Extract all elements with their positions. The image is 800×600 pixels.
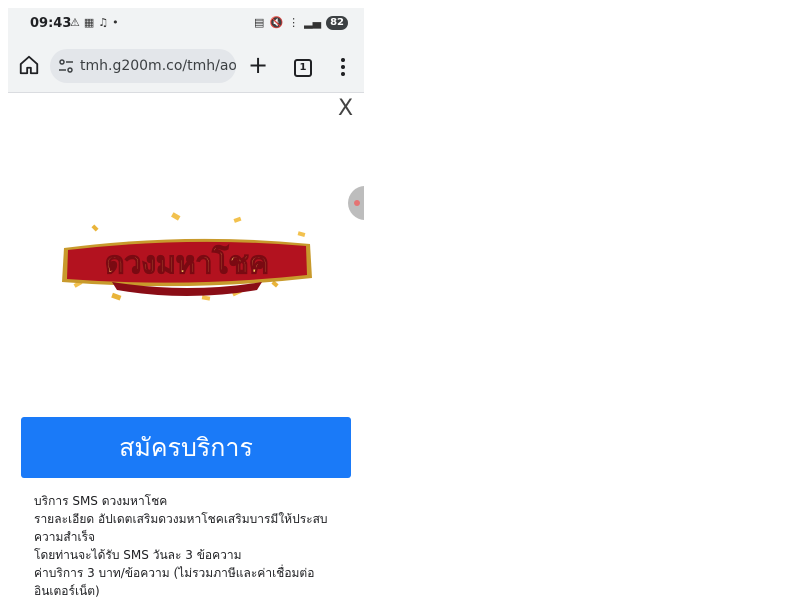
cast-icon: ▤ (254, 16, 265, 29)
battery-indicator: 82 (326, 16, 348, 30)
browser-toolbar: tmh.g200m.co/tmh/aoc/ + 1 (8, 40, 364, 93)
description-line: โดยท่านจะได้รับ SMS วันละ 3 ข้อความ (34, 548, 242, 562)
address-bar[interactable]: tmh.g200m.co/tmh/aoc/ (50, 49, 236, 83)
duang-maha-chok-logo: ดวงมหาโชค (62, 212, 312, 301)
system-icons: ▤ 🔇 ⋮ ▂▄ 82 (254, 16, 348, 30)
side-panel-handle[interactable] (348, 186, 364, 220)
service-description: บริการ SMS ดวงมหาโชค รายละเอียด อัปเดตเส… (34, 492, 344, 600)
description-line: รายละเอียด อัปเดตเสริมดวงมหาโชคเสริมบารม… (34, 512, 328, 526)
mute-icon: 🔇 (269, 16, 284, 29)
description-line: บริการ SMS ดวงมหาโชค (34, 494, 168, 508)
signal-icon: ▂▄ (304, 16, 322, 29)
handle-dot-icon (354, 200, 360, 206)
status-time: 09:43 (30, 16, 72, 31)
logo-text: ดวงมหาโชค (105, 244, 269, 281)
status-bar: 09:43 ⚠ ▦ ♫ • ▤ 🔇 ⋮ ▂▄ 82 (8, 8, 364, 40)
url-text: tmh.g200m.co/tmh/aoc/ (80, 58, 236, 74)
tiktok-icon: ♫ (98, 16, 109, 29)
phone-screen: 09:43 ⚠ ▦ ♫ • ▤ 🔇 ⋮ ▂▄ 82 tmh.g200m.co/t (8, 8, 364, 600)
description-line: ความสำเร็จ (34, 530, 96, 544)
description-line: ค่าบริการ 3 บาท/ข้อความ (ไม่รวมภาษีและค่… (34, 566, 315, 580)
site-settings-icon[interactable] (58, 58, 74, 74)
subscribe-button[interactable]: สมัครบริการ (21, 417, 351, 478)
warning-icon: ⚠ (70, 16, 80, 29)
new-tab-icon[interactable]: + (248, 53, 268, 77)
more-menu-icon[interactable] (336, 56, 350, 78)
dot-icon: • (112, 16, 119, 29)
close-button[interactable]: X (338, 96, 353, 121)
5g-icon: ⋮ (288, 16, 300, 29)
description-line: อินเตอร์เน็ต) (34, 584, 100, 598)
tab-switcher-button[interactable]: 1 (294, 59, 312, 77)
home-icon[interactable] (18, 54, 40, 76)
clipboard-icon: ▦ (83, 16, 95, 29)
notification-icons: ⚠ ▦ ♫ • (70, 16, 119, 30)
